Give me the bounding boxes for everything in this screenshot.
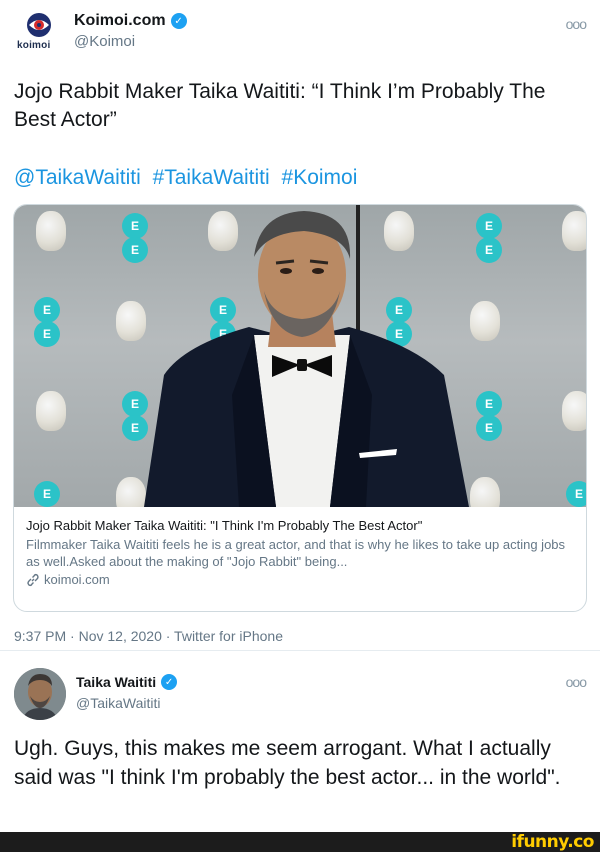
logo-wordmark: koimoi [17, 40, 51, 51]
koimoi-avatar[interactable]: koimoi [14, 10, 62, 54]
link-icon [27, 573, 39, 586]
card-description: Filmmaker Taika Waititi feels he is a gr… [26, 537, 566, 569]
card-title[interactable]: Jojo Rabbit Maker Taika Waititi: "I Thin… [26, 517, 576, 534]
tweet-timestamp[interactable]: 9:37 PM · Nov 12, 2020 · Twitter for iPh… [14, 628, 283, 644]
ifunny-watermark: ifunny.co [511, 832, 594, 852]
koimoi-logo-icon [27, 13, 51, 37]
watermark-bar: ifunny.co [0, 832, 600, 852]
card-domain[interactable]: koimoi.com [26, 571, 576, 588]
person-photo [144, 205, 469, 507]
reply-text: Ugh. Guys, this makes me seem arrogant. … [14, 737, 561, 789]
account-name-row: Koimoi.com ✓ [74, 12, 187, 30]
tweet-hashtags: @TaikaWaititi #TaikaWaititi #Koimoi [14, 166, 363, 190]
hashtag-link[interactable]: #TaikaWaititi [153, 166, 270, 189]
card-photo: E E E E E E E E E E E E E E E E [14, 205, 586, 507]
divider [0, 650, 600, 651]
avatar[interactable] [14, 668, 66, 720]
reply-tweet: Taika Waititi ✓ @TaikaWaititi ooo Ugh. G… [0, 660, 600, 830]
reply-name-row: Taika Waititi ✓ [76, 674, 178, 690]
display-name[interactable]: Taika Waititi [76, 674, 156, 690]
more-options-icon[interactable]: ooo [566, 16, 587, 32]
original-tweet: koimoi Koimoi.com ✓ @Koimoi ooo Jojo Rab… [0, 0, 600, 650]
account-handle[interactable]: @TaikaWaititi [76, 695, 161, 711]
hashtag-link[interactable]: #Koimoi [282, 166, 358, 189]
avatar-photo [14, 668, 66, 720]
verified-icon: ✓ [161, 674, 178, 690]
link-card[interactable]: E E E E E E E E E E E E E E E E Jojo Rab… [13, 204, 587, 612]
display-name[interactable]: Koimoi.com [74, 12, 166, 30]
tweet-text: Jojo Rabbit Maker Taika Waititi: “I Thin… [14, 80, 546, 131]
more-options-icon[interactable]: ooo [566, 674, 587, 690]
tweet-header: koimoi Koimoi.com ✓ @Koimoi ooo [14, 10, 587, 54]
verified-icon: ✓ [170, 13, 187, 29]
card-text: Jojo Rabbit Maker Taika Waititi: "I Thin… [26, 517, 576, 588]
mention-link[interactable]: @TaikaWaititi [14, 166, 141, 189]
account-handle[interactable]: @Koimoi [74, 33, 135, 50]
card-domain-text: koimoi.com [44, 572, 110, 587]
